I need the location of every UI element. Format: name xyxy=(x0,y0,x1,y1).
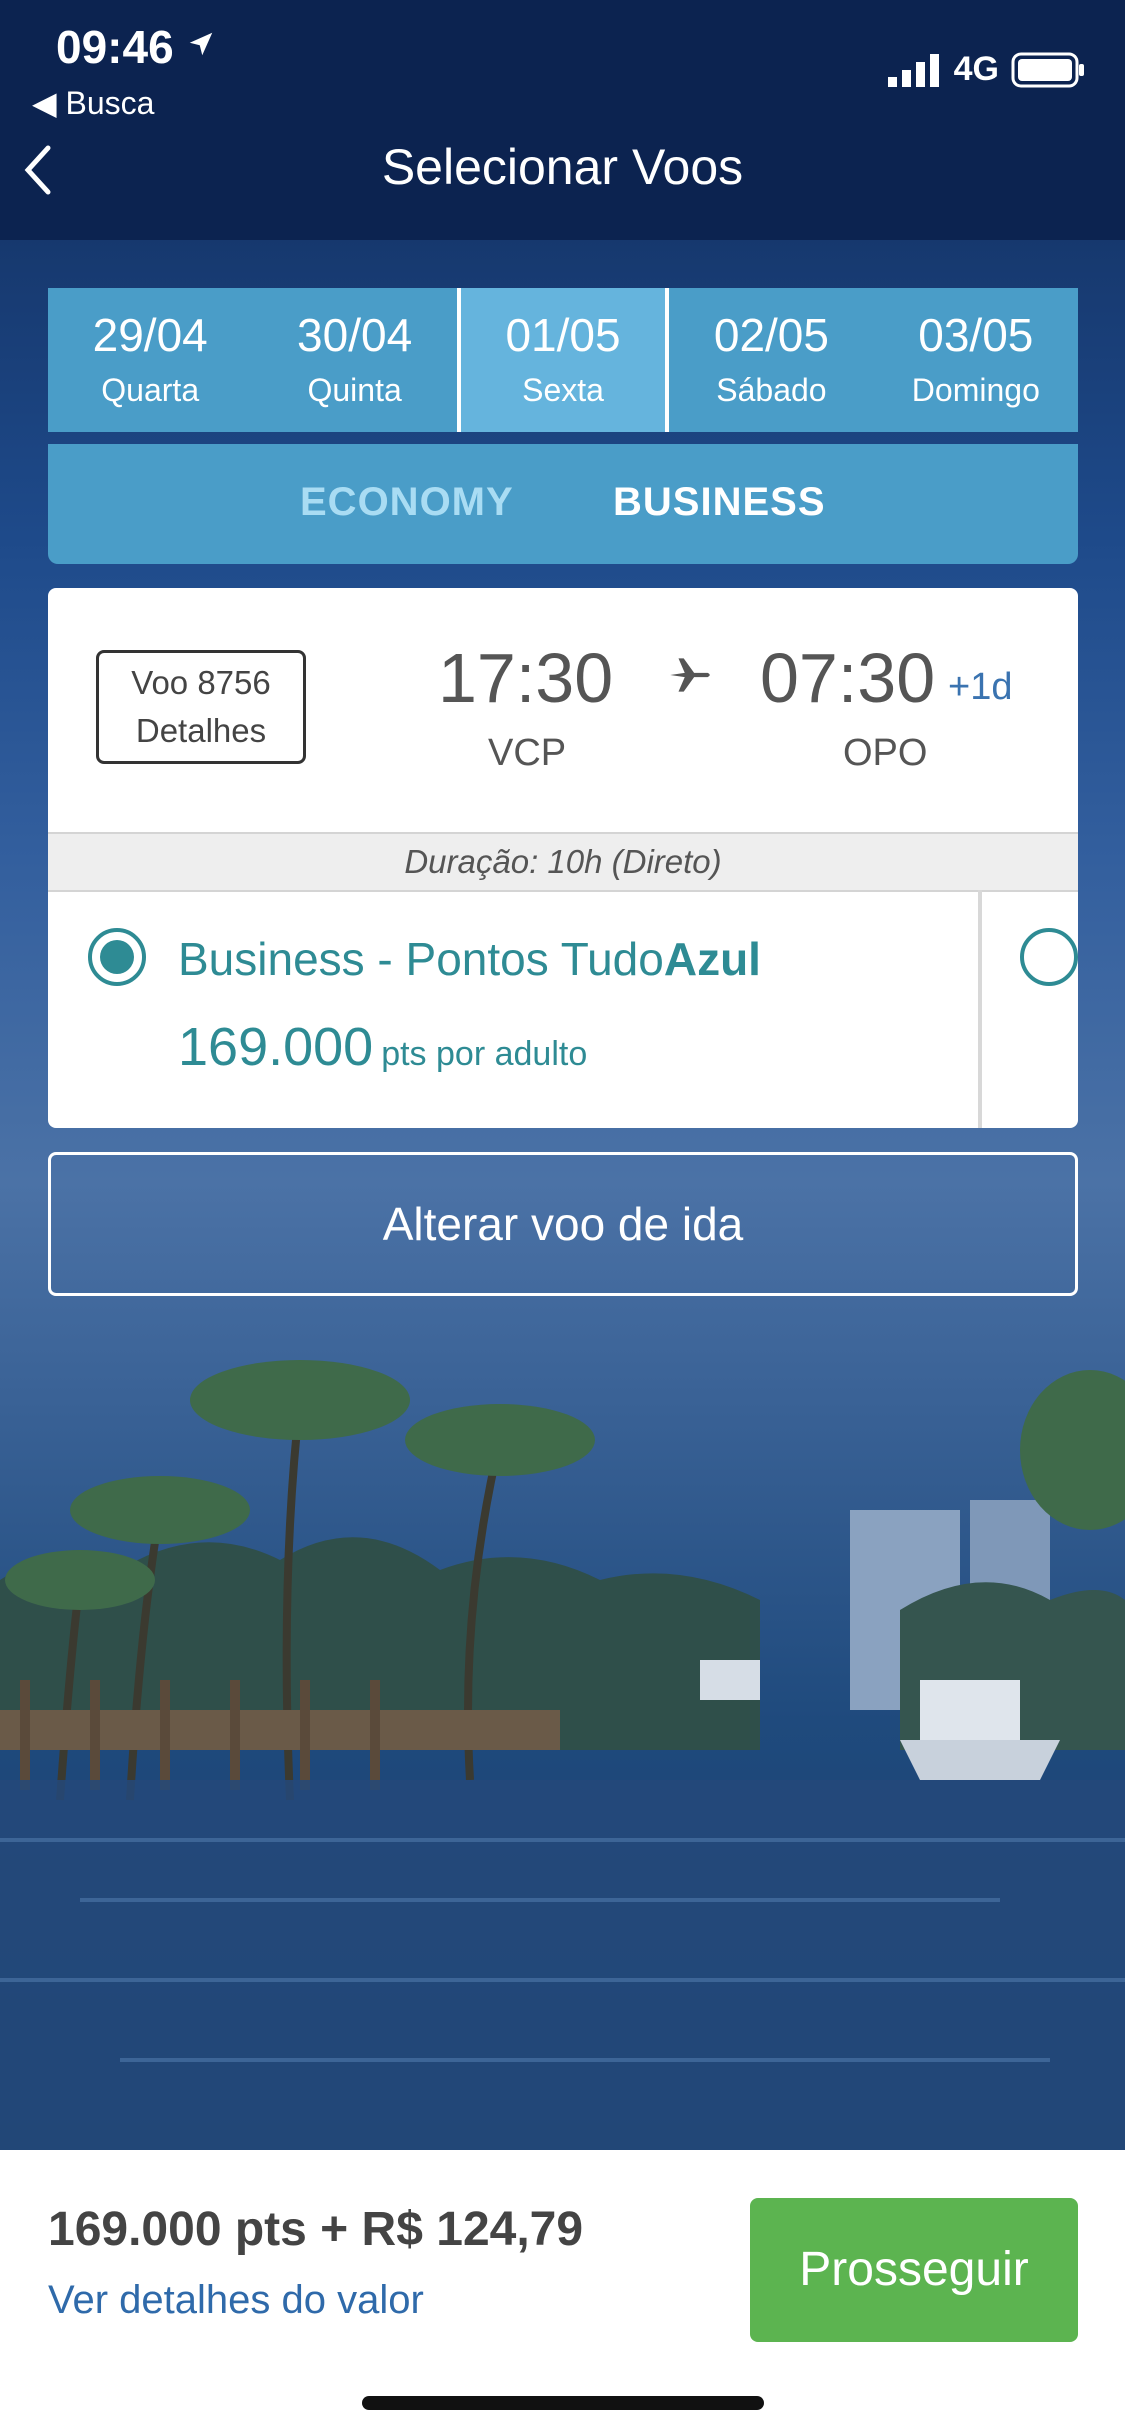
date-tab-5[interactable]: 03/05 Domingo xyxy=(874,288,1078,432)
weekday-label: Domingo xyxy=(911,372,1040,408)
status-back-label: Busca xyxy=(65,85,155,121)
battery-icon xyxy=(1011,52,1084,87)
date-tab-2[interactable]: 30/04 Quinta xyxy=(252,288,456,432)
weekday-label: Sexta xyxy=(522,372,604,408)
radio-selected-icon[interactable] xyxy=(88,928,146,986)
arrival-time: 07:30 xyxy=(760,639,936,717)
page-title: Selecionar Voos xyxy=(381,139,744,195)
signal-icon xyxy=(887,53,939,87)
weekday-label: Sábado xyxy=(716,372,827,408)
details-label: Detalhes xyxy=(135,712,267,749)
proceed-button[interactable]: Prosseguir xyxy=(750,2198,1078,2342)
location-arrow-icon xyxy=(190,32,213,56)
day-offset-badge: +1d xyxy=(948,666,1013,708)
radio-unselected-icon[interactable] xyxy=(1020,928,1078,986)
change-outbound-flight-button[interactable]: Alterar voo de ida xyxy=(48,1152,1078,1296)
fare-name-brand: Azul xyxy=(663,933,761,985)
weekday-label: Quarta xyxy=(101,372,200,408)
flight-duration: Duração: 10h (Direto) xyxy=(48,832,1078,892)
origin-code: VCP xyxy=(488,732,567,774)
airplane-icon xyxy=(670,658,710,692)
bottom-summary-bar: 169.000 pts + R$ 124,79 Ver detalhes do … xyxy=(0,2150,1125,2436)
price-details-link[interactable]: Ver detalhes do valor xyxy=(48,2278,424,2323)
back-triangle-icon: ◀ xyxy=(32,85,57,121)
fare-option-selected[interactable]: Business - Pontos TudoAzul 169.000 pts po… xyxy=(48,890,982,1128)
date-label: 30/04 xyxy=(297,309,413,361)
date-selector: 29/04 Quarta 30/04 Quinta 01/05 Sexta 02… xyxy=(48,288,1078,432)
fare-points: 169.000 pts por adulto xyxy=(178,1016,587,1078)
status-time: 09:46 xyxy=(56,20,216,74)
flight-card: Voo 8756 Detalhes 17:30 07:30 +1d VCP OP… xyxy=(48,588,1078,1128)
flight-number: Voo 8756 xyxy=(131,664,271,701)
fare-name: Business - Pontos TudoAzul xyxy=(178,932,761,986)
weekday-label: Quinta xyxy=(307,372,402,408)
app-header: 09:46 ◀ Busca 4G Selecionar Voos xyxy=(0,0,1125,240)
date-label: 01/05 xyxy=(505,309,621,361)
date-tab-4[interactable]: 02/05 Sábado xyxy=(669,288,873,432)
background-photo-palms-canal xyxy=(0,1360,1125,2150)
status-indicators: 4G xyxy=(887,50,1085,89)
date-label: 29/04 xyxy=(92,309,208,361)
date-tab-1[interactable]: 29/04 Quarta xyxy=(48,288,252,432)
tab-business[interactable]: BUSINESS xyxy=(613,480,826,525)
flight-details-button[interactable]: Voo 8756 Detalhes xyxy=(96,650,306,764)
tab-economy[interactable]: ECONOMY xyxy=(300,480,514,525)
fare-name-prefix: Business - Pontos Tudo xyxy=(178,933,664,985)
network-type: 4G xyxy=(953,50,999,88)
destination-code: OPO xyxy=(843,732,928,774)
total-price: 169.000 pts + R$ 124,79 xyxy=(48,2203,584,2256)
date-tab-3-selected[interactable]: 01/05 Sexta xyxy=(456,288,670,432)
home-indicator[interactable] xyxy=(362,2396,764,2410)
fare-points-unit: pts por adulto xyxy=(381,1035,588,1073)
status-back-to-app[interactable]: ◀ Busca xyxy=(32,84,154,122)
date-label: 03/05 xyxy=(918,309,1034,361)
fare-points-value: 169.000 xyxy=(178,1017,374,1077)
departure-time: 17:30 xyxy=(438,639,614,717)
date-label: 02/05 xyxy=(713,309,829,361)
cabin-selector: ECONOMY BUSINESS xyxy=(48,444,1078,564)
